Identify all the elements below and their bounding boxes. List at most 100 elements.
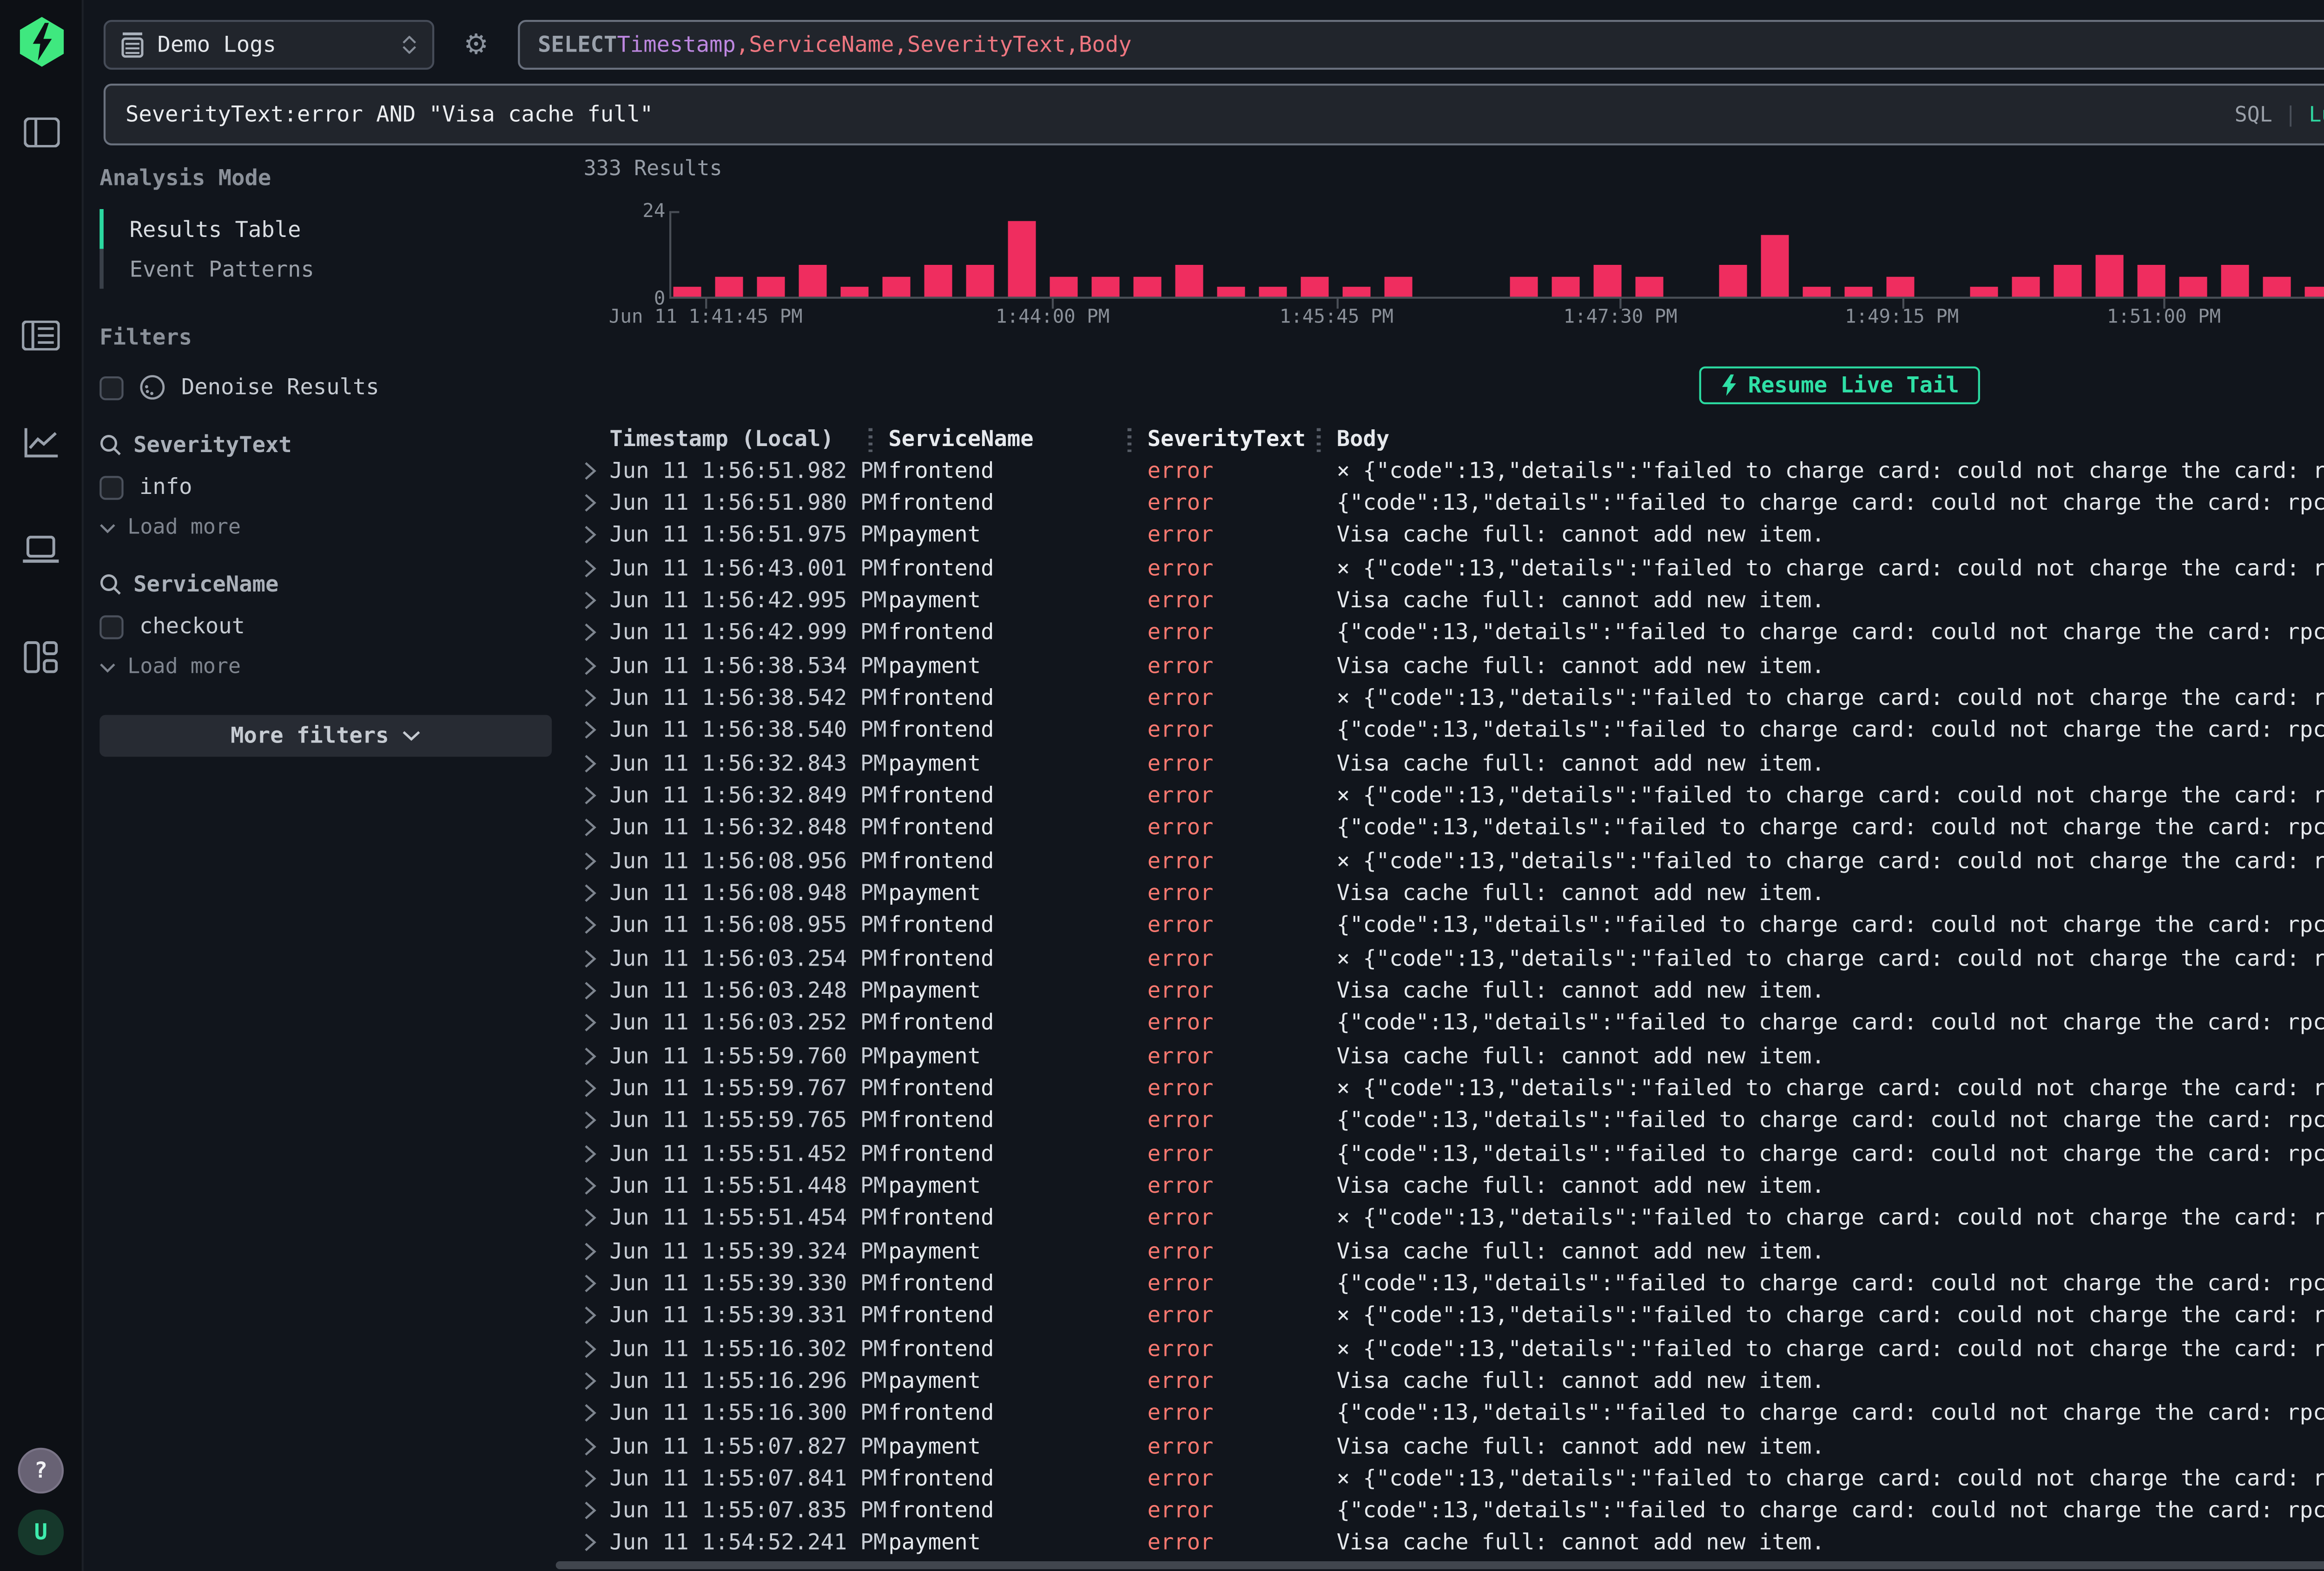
table-row[interactable]: Jun 11 1:55:59.760 PMpaymenterrorVisa ca… <box>584 1039 2324 1072</box>
table-row[interactable]: Jun 11 1:55:16.296 PMpaymenterrorVisa ca… <box>584 1365 2324 1397</box>
histogram-bar[interactable] <box>1259 286 1287 297</box>
table-row[interactable]: Jun 11 1:55:51.448 PMpaymenterrorVisa ca… <box>584 1170 2324 1202</box>
row-expand-chevron[interactable] <box>584 1079 610 1097</box>
table-row[interactable]: Jun 11 1:56:03.248 PMpaymenterrorVisa ca… <box>584 974 2324 1007</box>
table-row[interactable]: Jun 11 1:56:51.980 PMfrontenderror{"code… <box>584 486 2324 519</box>
table-row[interactable]: Jun 11 1:56:42.995 PMpaymenterrorVisa ca… <box>584 584 2324 617</box>
row-expand-chevron[interactable] <box>584 689 610 707</box>
table-row[interactable]: Jun 11 1:56:42.999 PMfrontenderror{"code… <box>584 617 2324 649</box>
table-row[interactable]: Jun 11 1:56:51.975 PMpaymenterrorVisa ca… <box>584 519 2324 552</box>
denoise-checkbox[interactable] <box>99 375 123 399</box>
row-expand-chevron[interactable] <box>584 1111 610 1130</box>
histogram-bar[interactable] <box>2012 276 2040 297</box>
table-row[interactable]: Jun 11 1:55:07.841 PMfrontenderror× {"co… <box>584 1462 2324 1494</box>
user-avatar[interactable]: U <box>18 1510 64 1556</box>
row-expand-chevron[interactable] <box>584 1404 610 1422</box>
table-row[interactable]: Jun 11 1:56:38.534 PMpaymenterrorVisa ca… <box>584 649 2324 682</box>
row-expand-chevron[interactable] <box>584 884 610 902</box>
hyperdx-logo-icon[interactable] <box>15 16 66 67</box>
column-header-body[interactable]: Body <box>1337 426 2324 452</box>
table-row[interactable]: Jun 11 1:56:38.542 PMfrontenderror× {"co… <box>584 682 2324 714</box>
row-expand-chevron[interactable] <box>584 1274 610 1292</box>
row-expand-chevron[interactable] <box>584 1437 610 1455</box>
table-row[interactable]: Jun 11 1:56:51.982 PMfrontenderror× {"co… <box>584 454 2324 486</box>
row-expand-chevron[interactable] <box>584 949 610 967</box>
histogram-bar[interactable] <box>1970 286 1998 297</box>
row-expand-chevron[interactable] <box>584 1469 610 1487</box>
histogram-bar[interactable] <box>1175 265 1203 297</box>
row-expand-chevron[interactable] <box>584 1014 610 1032</box>
histogram-bar[interactable] <box>1719 265 1747 297</box>
histogram-bar[interactable] <box>2179 276 2207 297</box>
table-row[interactable]: Jun 11 1:54:52.241 PMpaymenterrorVisa ca… <box>584 1527 2324 1555</box>
table-row[interactable]: Jun 11 1:55:07.835 PMfrontenderror{"code… <box>584 1494 2324 1527</box>
more-filters-button[interactable]: More filters <box>99 715 552 757</box>
row-expand-chevron[interactable] <box>584 494 610 512</box>
table-row[interactable]: Jun 11 1:56:32.849 PMfrontenderror× {"co… <box>584 779 2324 812</box>
histogram-bar[interactable] <box>2054 265 2082 297</box>
histogram-bar[interactable] <box>966 265 994 297</box>
toggle-sql[interactable]: SQL <box>2235 103 2272 126</box>
row-expand-chevron[interactable] <box>584 1307 610 1325</box>
table-row[interactable]: Jun 11 1:56:03.252 PMfrontenderror{"code… <box>584 1007 2324 1039</box>
help-button[interactable]: ? <box>18 1448 64 1494</box>
row-expand-chevron[interactable] <box>584 624 610 642</box>
row-expand-chevron[interactable] <box>584 852 610 870</box>
dashboards-icon[interactable] <box>19 637 63 677</box>
table-row[interactable]: Jun 11 1:55:59.765 PMfrontenderror{"code… <box>584 1104 2324 1137</box>
histogram-bar[interactable] <box>1092 276 1120 297</box>
histogram-bar[interactable] <box>1134 276 1162 297</box>
histogram-bar[interactable] <box>1050 276 1078 297</box>
denoise-results-option[interactable]: Denoise Results <box>99 370 555 404</box>
row-expand-chevron[interactable] <box>584 657 610 675</box>
row-expand-chevron[interactable] <box>584 819 610 837</box>
histogram-bar[interactable] <box>1217 286 1245 297</box>
search-query-input[interactable]: SeverityText:error AND "Visa cache full"… <box>104 84 2324 145</box>
histogram-bar[interactable] <box>2221 265 2249 297</box>
histogram-bar[interactable] <box>1343 286 1371 297</box>
histogram-bar[interactable] <box>2096 255 2124 297</box>
histogram-bar[interactable] <box>715 276 743 297</box>
facet-option-info[interactable]: info <box>99 470 555 504</box>
histogram-bar[interactable] <box>2263 276 2291 297</box>
row-expand-chevron[interactable] <box>584 787 610 805</box>
row-expand-chevron[interactable] <box>584 981 610 999</box>
table-row[interactable]: Jun 11 1:55:39.331 PMfrontenderror× {"co… <box>584 1300 2324 1332</box>
row-expand-chevron[interactable] <box>584 754 610 772</box>
histogram-bar[interactable] <box>1845 286 1873 297</box>
histogram-bar[interactable] <box>1636 276 1664 297</box>
table-row[interactable]: Jun 11 1:56:32.848 PMfrontenderror{"code… <box>584 812 2324 844</box>
column-resize-grip[interactable] <box>869 428 873 452</box>
row-expand-chevron[interactable] <box>584 1209 610 1227</box>
row-expand-chevron[interactable] <box>584 1177 610 1195</box>
histogram-bar[interactable] <box>841 286 869 297</box>
load-more-servicename[interactable]: Load more <box>99 651 555 683</box>
facet-option-checkout[interactable]: checkout <box>99 609 555 643</box>
mode-event-patterns[interactable]: Event Patterns <box>99 249 555 289</box>
row-expand-chevron[interactable] <box>584 722 610 740</box>
histogram-bar[interactable] <box>1887 276 1915 297</box>
histogram-bar[interactable] <box>883 276 911 297</box>
histogram-bar[interactable] <box>2138 265 2166 297</box>
collapse-sidebar-icon[interactable] <box>19 112 63 151</box>
table-row[interactable]: Jun 11 1:56:43.001 PMfrontenderror× {"co… <box>584 552 2324 584</box>
histogram-bar[interactable] <box>924 265 952 297</box>
histogram-bar[interactable] <box>1008 220 1036 297</box>
load-more-severitytext[interactable]: Load more <box>99 512 555 544</box>
chart-explorer-icon[interactable] <box>19 422 63 462</box>
table-row[interactable]: Jun 11 1:55:39.324 PMpaymenterrorVisa ca… <box>584 1235 2324 1267</box>
table-row[interactable]: Jun 11 1:56:08.956 PMfrontenderror× {"co… <box>584 844 2324 877</box>
histogram-bar[interactable] <box>1761 234 1789 297</box>
row-expand-chevron[interactable] <box>584 916 610 934</box>
row-expand-chevron[interactable] <box>584 1046 610 1065</box>
resume-live-tail-button[interactable]: Resume Live Tail <box>1698 367 1981 404</box>
table-row[interactable]: Jun 11 1:56:08.955 PMfrontenderror{"code… <box>584 909 2324 942</box>
column-header-timestamp[interactable]: Timestamp (Local) <box>609 426 888 452</box>
horizontal-scrollbar[interactable] <box>556 1561 2324 1569</box>
histogram-bar[interactable] <box>2305 286 2324 297</box>
row-expand-chevron[interactable] <box>584 559 610 577</box>
table-row[interactable]: Jun 11 1:56:38.540 PMfrontenderror{"code… <box>584 714 2324 747</box>
histogram-bar[interactable] <box>1552 276 1580 297</box>
search-logs-icon[interactable] <box>19 315 63 355</box>
histogram-bar[interactable] <box>1301 276 1329 297</box>
